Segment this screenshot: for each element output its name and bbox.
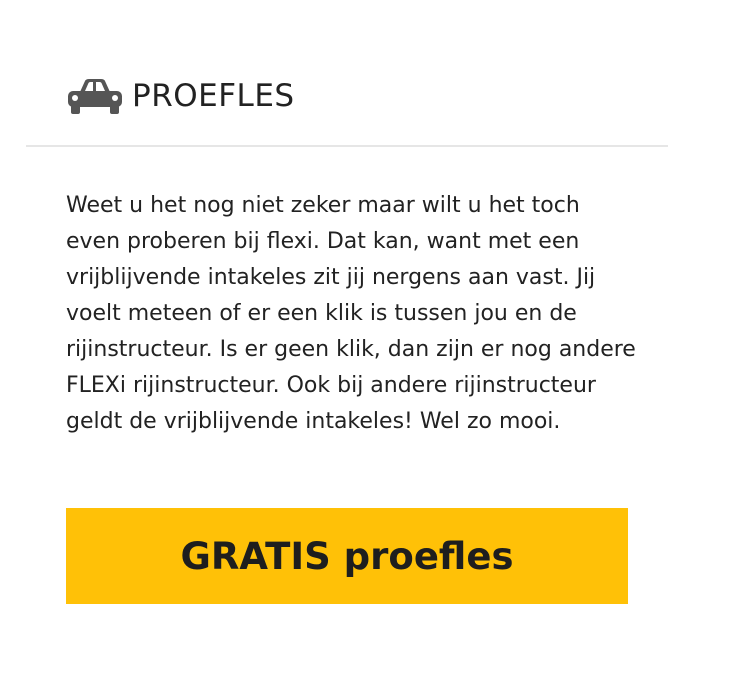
gratis-proefles-button[interactable]: GRATIS proefles [66, 508, 628, 604]
proefles-card: PROEFLES Weet u het nog niet zeker maar … [26, 0, 668, 696]
header-divider [26, 145, 668, 147]
card-title: PROEFLES [132, 77, 295, 114]
intro-paragraph: Weet u het nog niet zeker maar wilt u he… [66, 193, 636, 434]
card-header: PROEFLES [66, 70, 295, 122]
car-icon [66, 76, 122, 116]
